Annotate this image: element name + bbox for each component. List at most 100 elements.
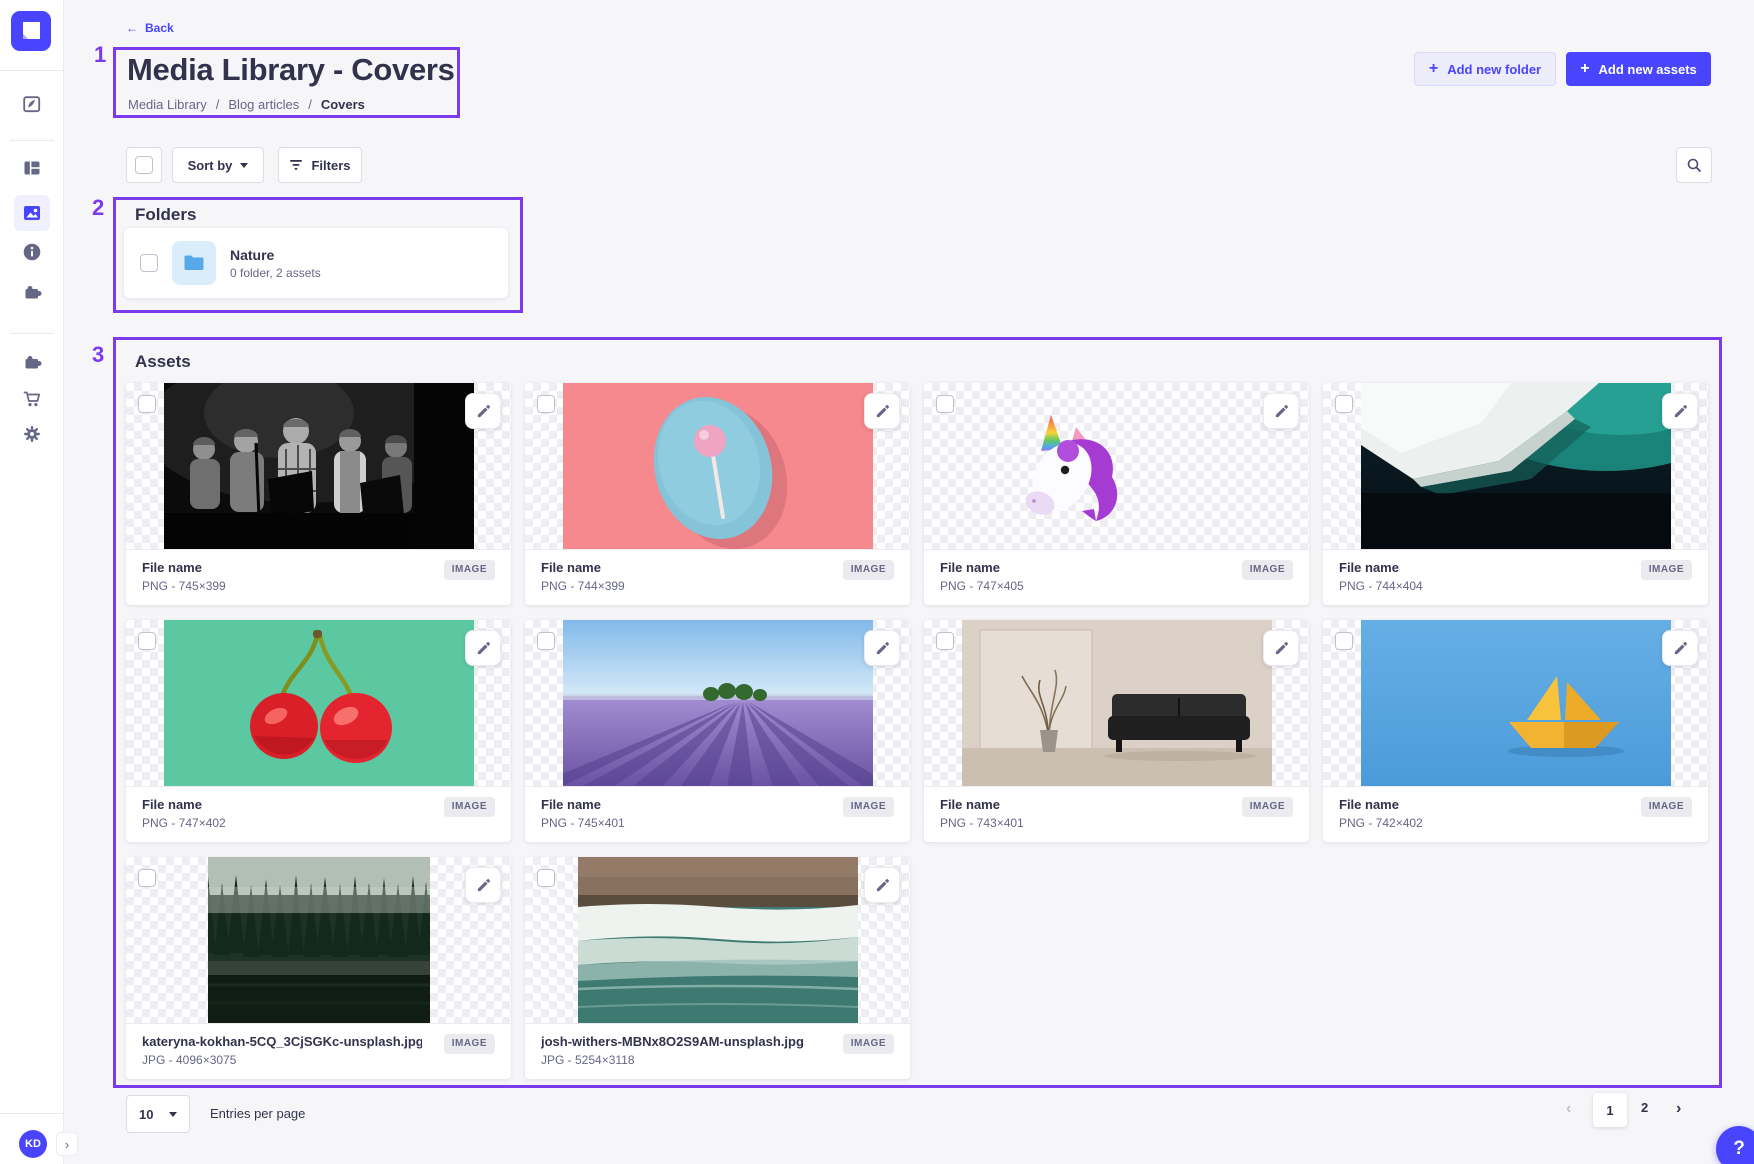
entries-per-page-select[interactable]: 10 (126, 1095, 190, 1133)
asset-checkbox[interactable] (138, 869, 156, 887)
asset-checkbox[interactable] (537, 869, 555, 887)
sidebar-collapse-button[interactable]: › (56, 1132, 78, 1156)
entries-value: 10 (139, 1107, 153, 1122)
sidebar-divider (10, 333, 54, 334)
sidebar-item-media-library[interactable] (14, 195, 50, 231)
add-new-folder-label: Add new folder (1447, 62, 1541, 77)
sidebar-item-marketplace[interactable] (14, 344, 50, 380)
asset-type-badge: IMAGE (843, 797, 894, 817)
asset-checkbox[interactable] (537, 632, 555, 650)
asset-preview[interactable] (525, 383, 910, 549)
pencil-icon (1274, 641, 1289, 656)
asset-preview[interactable] (924, 620, 1309, 786)
asset-name: File name (1339, 797, 1423, 812)
asset-meta: PNG - 745×401 (541, 816, 625, 830)
media-library-icon (22, 203, 42, 223)
breadcrumb-item[interactable]: Media Library (128, 97, 207, 112)
back-link[interactable]: ← Back (126, 21, 174, 35)
asset-checkbox[interactable] (936, 395, 954, 413)
puzzle-icon (22, 282, 42, 302)
sidebar-item-content-type-builder[interactable] (14, 150, 50, 186)
asset-type-badge: IMAGE (843, 560, 894, 580)
asset-preview[interactable] (1323, 620, 1708, 786)
folder-card[interactable]: Nature 0 folder, 2 assets (124, 228, 508, 298)
layout-icon (22, 158, 42, 178)
asset-preview[interactable] (525, 857, 910, 1023)
asset-edit-button[interactable] (465, 630, 501, 666)
pencil-icon (476, 641, 491, 656)
asset-preview[interactable] (1323, 383, 1708, 549)
sidebar-item-documentation[interactable] (14, 234, 50, 270)
asset-checkbox[interactable] (138, 395, 156, 413)
sidebar-item-purchase[interactable] (14, 381, 50, 417)
asset-edit-button[interactable] (465, 393, 501, 429)
asset-checkbox[interactable] (1335, 395, 1353, 413)
pagination-prev-button[interactable]: ‹ (1566, 1100, 1571, 1118)
asset-footer: File name PNG - 744×399 IMAGE (525, 549, 910, 605)
puzzle-icon (22, 352, 42, 372)
asset-checkbox[interactable] (1335, 632, 1353, 650)
asset-preview[interactable] (525, 620, 910, 786)
asset-meta: PNG - 747×405 (940, 579, 1024, 593)
sidebar-item-plugins[interactable] (14, 274, 50, 310)
asset-card: File name PNG - 744×399 IMAGE (525, 383, 910, 605)
page-number: 1 (1606, 1103, 1613, 1118)
asset-card: File name PNG - 743×401 IMAGE (924, 620, 1309, 842)
breadcrumb: Media Library / Blog articles / Covers (128, 97, 365, 112)
sidebar-item-settings[interactable] (14, 416, 50, 452)
asset-edit-button[interactable] (864, 630, 900, 666)
sort-by-label: Sort by (188, 158, 233, 173)
asset-checkbox[interactable] (936, 632, 954, 650)
asset-checkbox[interactable] (537, 395, 555, 413)
folder-iconbox (172, 241, 216, 285)
pagination-page-2[interactable]: 2 (1641, 1100, 1648, 1115)
add-new-folder-button[interactable]: + Add new folder (1414, 52, 1556, 86)
asset-footer: File name PNG - 747×402 IMAGE (126, 786, 511, 842)
select-all-checkbox[interactable] (126, 147, 162, 183)
folder-checkbox[interactable] (140, 254, 158, 272)
asset-preview[interactable] (126, 857, 511, 1023)
pencil-icon (875, 404, 890, 419)
avatar[interactable]: KD (19, 1130, 47, 1158)
asset-edit-button[interactable] (1263, 630, 1299, 666)
asset-edit-button[interactable] (1263, 393, 1299, 429)
sidebar-item-content-manager[interactable] (14, 86, 50, 122)
asset-edit-button[interactable] (864, 393, 900, 429)
asset-type-badge: IMAGE (1242, 797, 1293, 817)
asset-preview[interactable] (924, 383, 1309, 549)
help-button[interactable]: ? (1716, 1126, 1754, 1164)
asset-type-badge: IMAGE (1641, 560, 1692, 580)
breadcrumb-separator: / (216, 97, 220, 112)
asset-card: File name PNG - 744×404 IMAGE (1323, 383, 1708, 605)
asset-name: File name (142, 797, 226, 812)
asset-preview[interactable] (126, 620, 511, 786)
strapi-logo[interactable] (11, 11, 51, 51)
page-title: Media Library - Covers (127, 52, 455, 88)
folder-name: Nature (230, 247, 321, 263)
asset-name: File name (1339, 560, 1423, 575)
add-new-assets-button[interactable]: + Add new assets (1566, 52, 1711, 86)
filter-icon (289, 159, 303, 171)
asset-card: File name PNG - 747×402 IMAGE (126, 620, 511, 842)
sort-by-button[interactable]: Sort by (172, 147, 264, 183)
asset-edit-button[interactable] (465, 867, 501, 903)
asset-edit-button[interactable] (1662, 393, 1698, 429)
asset-edit-button[interactable] (1662, 630, 1698, 666)
asset-type-badge: IMAGE (843, 1034, 894, 1054)
breadcrumb-item[interactable]: Blog articles (228, 97, 299, 112)
asset-checkbox[interactable] (138, 632, 156, 650)
filters-button[interactable]: Filters (278, 147, 362, 183)
asset-footer: File name PNG - 744×404 IMAGE (1323, 549, 1708, 605)
pencil-icon (1274, 404, 1289, 419)
sidebar-divider (0, 1113, 64, 1114)
asset-type-badge: IMAGE (444, 1034, 495, 1054)
filters-label: Filters (311, 158, 350, 173)
asset-preview[interactable] (126, 383, 511, 549)
asset-footer: File name PNG - 745×401 IMAGE (525, 786, 910, 842)
pencil-icon (875, 641, 890, 656)
pagination-page-1[interactable]: 1 (1593, 1093, 1627, 1127)
search-button[interactable] (1676, 147, 1712, 183)
asset-edit-button[interactable] (864, 867, 900, 903)
pagination-next-button[interactable]: › (1676, 1100, 1681, 1118)
asset-name: File name (940, 560, 1024, 575)
